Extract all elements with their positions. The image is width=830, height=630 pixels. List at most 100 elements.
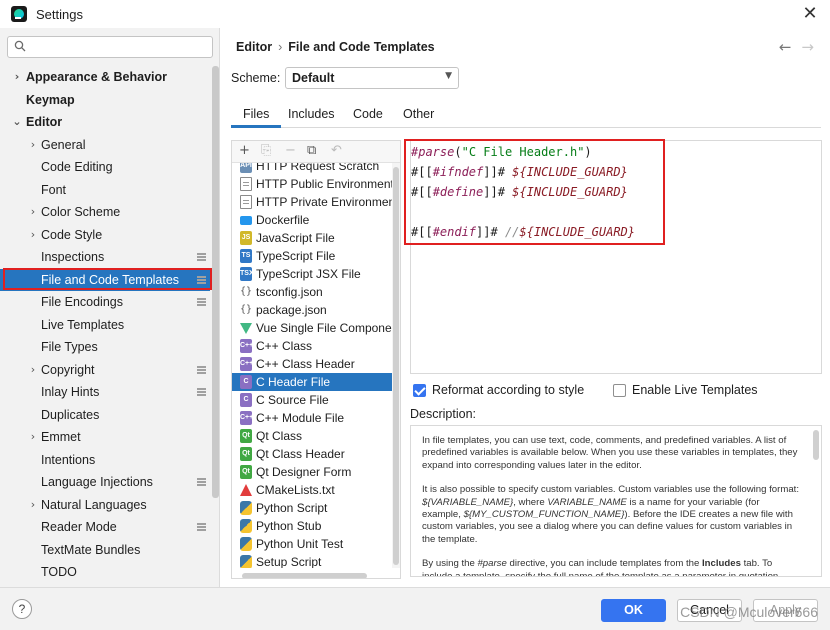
project-settings-icon xyxy=(197,388,206,396)
sidebar-item[interactable]: › Copyright xyxy=(0,359,210,382)
sidebar-item[interactable]: Language Injections xyxy=(0,471,210,494)
chevron-right-icon[interactable]: › xyxy=(28,224,38,247)
template-tabs: Files Includes Code Other xyxy=(230,104,821,128)
reset-template-icon[interactable]: ↶ xyxy=(331,143,342,158)
main-panel: Editor › File and Code Templates ← → Scheme… xyxy=(221,28,830,587)
copy-template-icon[interactable]: ⧉ xyxy=(307,143,316,158)
back-arrow-icon[interactable]: ← xyxy=(779,38,792,56)
template-list-item[interactable]: C++ C++ Class xyxy=(232,337,392,355)
sidebar-item[interactable]: Keymap xyxy=(0,89,210,112)
sidebar-item[interactable]: ⌄ Editor xyxy=(0,111,210,134)
template-list-item[interactable]: Setup Script xyxy=(232,553,392,568)
settings-search-field[interactable] xyxy=(7,36,213,58)
sidebar-item[interactable]: Live Templates xyxy=(0,314,210,337)
sidebar-item[interactable]: Inspections xyxy=(0,246,210,269)
add-child-template-icon[interactable]: ⎘ xyxy=(261,143,271,158)
sidebar-item[interactable]: › Code Style xyxy=(0,224,210,247)
template-list-item[interactable]: C++ C++ Module File xyxy=(232,409,392,427)
templates-list-horizontal-scrollbar[interactable] xyxy=(242,573,367,578)
template-list-item[interactable]: JS JavaScript File xyxy=(232,229,392,247)
tri-file-icon xyxy=(240,323,252,334)
reformat-checkbox[interactable] xyxy=(413,384,426,397)
template-list-item[interactable]: API HTTP Request Scratch xyxy=(232,163,392,175)
template-label: HTTP Public Environment File xyxy=(256,177,392,191)
template-list-item[interactable]: TSX TypeScript JSX File xyxy=(232,265,392,283)
close-icon[interactable]: ✕ xyxy=(800,4,820,24)
sidebar-item[interactable]: Reader Mode xyxy=(0,516,210,539)
template-list-item[interactable]: Qt Qt Designer Form xyxy=(232,463,392,481)
template-list-item[interactable]: Python Script xyxy=(232,499,392,517)
sidebar-item[interactable]: Intentions xyxy=(0,449,210,472)
sidebar-item[interactable]: Duplicates xyxy=(0,404,210,427)
sidebar-item[interactable]: › Emmet xyxy=(0,426,210,449)
sidebar-scrollbar[interactable] xyxy=(212,66,219,498)
tab-code[interactable]: Code xyxy=(353,107,383,121)
add-template-icon[interactable]: + xyxy=(239,143,250,158)
live-templates-checkbox[interactable] xyxy=(613,384,626,397)
forward-arrow-icon[interactable]: → xyxy=(801,38,814,56)
template-list-item[interactable]: {} tsconfig.json xyxy=(232,283,392,301)
tab-files[interactable]: Files xyxy=(230,107,283,128)
template-list-item[interactable]: C++ C++ Class Header xyxy=(232,355,392,373)
sidebar-item[interactable]: TextMate Bundles xyxy=(0,539,210,562)
chevron-right-icon[interactable]: › xyxy=(28,426,38,449)
template-list-item[interactable]: C C Source File xyxy=(232,391,392,409)
reformat-label: Reformat according to style xyxy=(432,383,585,397)
description-scrollbar[interactable] xyxy=(813,430,819,460)
sidebar-item-label: General xyxy=(41,137,86,152)
scheme-dropdown[interactable]: Default ▼ xyxy=(285,67,459,89)
search-input[interactable] xyxy=(32,39,207,55)
sidebar-item[interactable]: › Appearance & Behavior xyxy=(0,66,210,89)
sidebar-item[interactable]: File Types xyxy=(0,336,210,359)
sidebar-item-label: Keymap xyxy=(26,92,75,107)
sidebar-item[interactable]: › General xyxy=(0,134,210,157)
sidebar-item[interactable]: File and Code Templates xyxy=(0,268,210,291)
sidebar-item[interactable]: TODO xyxy=(0,561,210,584)
template-list-item[interactable]: C C Header File xyxy=(232,373,392,391)
template-list-item[interactable]: {} package.json xyxy=(232,301,392,319)
description-paragraph-1: In file templates, you can use text, cod… xyxy=(422,435,798,471)
template-list-item[interactable]: Qt Qt Class xyxy=(232,427,392,445)
template-list-item[interactable]: Dockerfile xyxy=(232,211,392,229)
badge-file-icon: C++ xyxy=(240,339,253,353)
template-list-item[interactable]: Python Unit Test xyxy=(232,535,392,553)
chevron-right-icon[interactable]: › xyxy=(28,134,38,157)
templates-list-vertical-scrollbar[interactable] xyxy=(393,167,399,565)
chevron-down-icon[interactable]: ⌄ xyxy=(12,111,22,134)
cmake-file-icon xyxy=(240,484,252,496)
template-list-item[interactable]: HTTP Private Environment File xyxy=(232,193,392,211)
chevron-right-icon[interactable]: › xyxy=(28,494,38,517)
ok-button[interactable]: OK xyxy=(601,599,666,622)
remove-template-icon[interactable]: − xyxy=(285,143,296,158)
sidebar-item[interactable]: › Color Scheme xyxy=(0,201,210,224)
description-paragraph-2: It is also possible to specify custom va… xyxy=(422,484,799,545)
sidebar-item-label: Copyright xyxy=(41,362,95,377)
sidebar-item[interactable]: Code Editing xyxy=(0,156,210,179)
code-line-1: #parse("C File Header.h") xyxy=(411,145,592,159)
tab-other[interactable]: Other xyxy=(403,107,434,121)
sidebar-item[interactable]: Inlay Hints xyxy=(0,381,210,404)
template-list-item[interactable]: Vue Single File Component xyxy=(232,319,392,337)
template-list-item[interactable]: HTTP Public Environment File xyxy=(232,175,392,193)
tab-includes[interactable]: Includes xyxy=(288,107,335,121)
templates-list-panel: + ⎘ − ⧉ ↶ API HTTP Request Scratch HTTP Pu… xyxy=(231,140,401,579)
history-nav: ← → xyxy=(769,38,814,56)
chevron-right-icon[interactable]: › xyxy=(28,201,38,224)
sidebar-item[interactable]: Font xyxy=(0,179,210,202)
template-list-item[interactable]: TS TypeScript File xyxy=(232,247,392,265)
template-list-item[interactable]: Python Stub xyxy=(232,517,392,535)
sidebar-item[interactable]: File Encodings xyxy=(0,291,210,314)
sidebar-item-label: Inlay Hints xyxy=(41,385,100,399)
help-icon[interactable]: ? xyxy=(12,599,32,619)
chevron-right-icon[interactable]: › xyxy=(28,359,38,382)
sidebar-item[interactable]: › Natural Languages xyxy=(0,494,210,517)
breadcrumb-parent[interactable]: Editor xyxy=(236,40,272,54)
template-list-item[interactable]: CMakeLists.txt xyxy=(232,481,392,499)
template-label: C Source File xyxy=(256,393,329,407)
chevron-right-icon[interactable]: › xyxy=(12,66,22,89)
project-settings-icon xyxy=(197,253,206,261)
template-list-item[interactable]: Qt Qt Class Header xyxy=(232,445,392,463)
sidebar-item-label: Language Injections xyxy=(41,475,153,489)
scheme-label: Scheme: xyxy=(231,71,281,85)
sidebar-item-label: Intentions xyxy=(41,452,96,467)
